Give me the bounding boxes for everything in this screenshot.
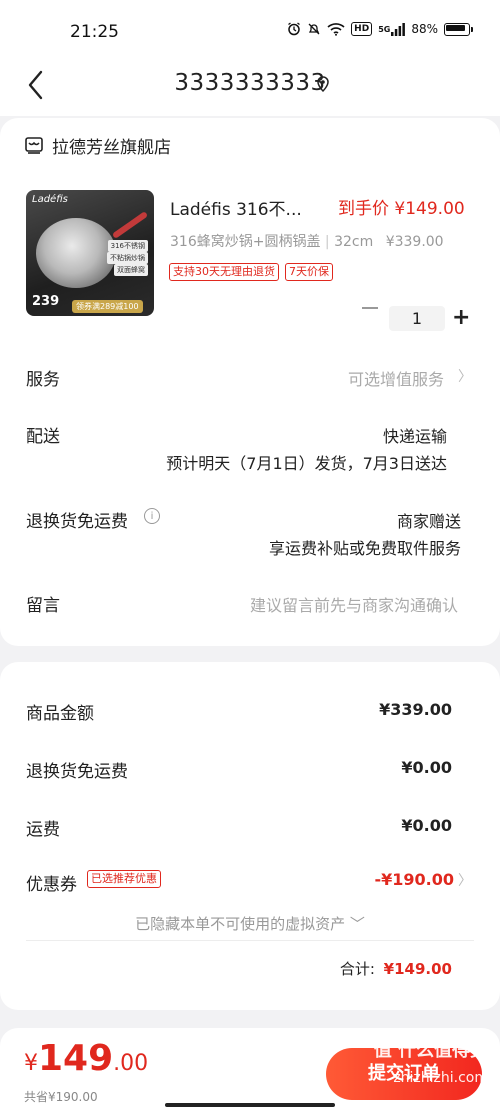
total-label: 合计: <box>339 960 375 978</box>
product-name[interactable]: Ladéfis 316不... <box>170 195 320 220</box>
network-label: 5G <box>378 24 391 34</box>
coupon-recommend-tag: 已选推荐优惠 <box>87 870 161 888</box>
wifi-icon <box>327 22 345 36</box>
pan-handle <box>111 211 149 239</box>
watermark: 值 什么值得买 zhizhizhi.com <box>348 1030 498 1111</box>
hidden-assets-text: 已隐藏本单不可使用的虚拟资产 <box>135 915 346 933</box>
thumb-badge: 双面蜂窝 <box>114 264 148 276</box>
status-bar: 21:25 HD 5G 88% <box>0 0 500 62</box>
status-time: 21:25 <box>70 22 119 42</box>
coupon-value[interactable]: -¥190.00 <box>374 870 454 889</box>
chevron-right-icon[interactable]: 〉 <box>458 366 472 386</box>
amount-decimal: .00 <box>113 1051 149 1076</box>
goods-amount-value: ¥339.00 <box>379 700 452 719</box>
coupon-label: 优惠券 <box>26 875 77 895</box>
quantity-plus-button[interactable]: + <box>452 307 470 329</box>
price-summary-card: 商品金额 ¥339.00 退换货免运费 ¥0.00 运费 ¥0.00 优惠券 已… <box>0 662 500 1010</box>
thumb-price: 239 <box>32 294 60 309</box>
home-indicator[interactable] <box>165 1103 335 1107</box>
service-value[interactable]: 可选增值服务 <box>348 366 444 390</box>
thumb-badge: 不粘锅炒锅 <box>107 252 148 264</box>
alarm-icon <box>287 22 301 36</box>
return-shipping-detail: 享运费补贴或免费取件服务 <box>268 539 461 558</box>
saved-amount: 共省¥190.00 <box>24 1090 98 1104</box>
product-spec[interactable]: 316蜂窝炒锅+圆柄锅盖 | 32cm ¥339.00 <box>170 231 444 251</box>
return-policy-tag: 支持30天无理由退货 <box>169 263 279 281</box>
pan-image <box>36 218 116 288</box>
service-label: 服务 <box>26 370 60 390</box>
mute-bell-icon <box>307 22 321 36</box>
battery-icon <box>444 22 473 36</box>
hidden-assets-toggle[interactable]: 已隐藏本单不可使用的虚拟资产 ﹀ <box>0 913 500 934</box>
nav-bar: 3333333333 <box>0 62 500 116</box>
spec-size: 32cm <box>334 234 374 250</box>
price-protect-tag: 7天价保 <box>285 263 333 281</box>
signal-icon: 5G <box>378 22 406 36</box>
quantity-minus-button[interactable] <box>362 307 378 309</box>
store-name[interactable]: 拉德芳丝旗舰店 <box>52 133 171 158</box>
note-input[interactable]: 建议留言前先与商家沟通确认 <box>250 592 458 616</box>
watermark-url: zhizhizhi.com <box>393 1070 488 1086</box>
spec-divider: | <box>324 234 330 250</box>
return-fee-value: ¥0.00 <box>401 758 452 777</box>
product-thumbnail[interactable]: Ladéfis 316不锈钢 不粘锅炒锅 双面蜂窝 239 领券满289减100 <box>26 190 154 316</box>
watermark-logo: 值 什么值得买 <box>373 1040 488 1061</box>
total-value: ¥149.00 <box>383 960 452 978</box>
total-row: 合计: ¥149.00 <box>340 958 452 979</box>
return-shipping-label: 退换货免运费 <box>26 512 128 532</box>
currency-symbol: ¥ <box>24 1051 38 1076</box>
shipping-value: ¥0.00 <box>401 816 452 835</box>
quantity-input[interactable]: 1 <box>389 306 445 331</box>
battery-percent: 88% <box>411 22 438 36</box>
order-item-card: 拉德芳丝旗舰店 Ladéfis 316不锈钢 不粘锅炒锅 双面蜂窝 239 领券… <box>0 118 500 646</box>
delivery-method[interactable]: 快递运输 <box>383 423 447 447</box>
note-label: 留言 <box>26 596 60 616</box>
thumb-coupon: 领券满289减100 <box>72 300 143 313</box>
goods-amount-label: 商品金额 <box>26 704 94 724</box>
location-pin-icon[interactable] <box>314 75 332 97</box>
thumb-brand: Ladéfis <box>32 194 68 205</box>
product-tags: 支持30天无理由退货 7天价保 <box>169 263 333 281</box>
page-title: 3333333333 <box>174 70 326 96</box>
hd-icon: HD <box>351 22 373 36</box>
return-shipping-value: 商家赠送 <box>396 512 461 531</box>
shipping-label: 运费 <box>26 820 60 840</box>
return-fee-label: 退换货免运费 <box>26 762 128 782</box>
spec-name: 316蜂窝炒锅+圆柄锅盖 <box>170 234 321 250</box>
payable-amount: ¥149.00 <box>24 1038 148 1079</box>
delivery-estimate: 预计明天（7月1日）发货，7月3日送达 <box>166 454 447 473</box>
product-final-price: 到手价 ¥149.00 <box>338 199 465 219</box>
delivery-label: 配送 <box>26 427 60 447</box>
store-icon <box>24 135 44 155</box>
chevron-down-icon: ﹀ <box>349 915 365 933</box>
original-price: ¥339.00 <box>385 234 444 250</box>
chevron-right-icon[interactable]: 〉 <box>458 870 472 890</box>
info-icon[interactable]: i <box>144 508 160 524</box>
divider <box>26 940 474 941</box>
amount-integer: 149 <box>38 1038 114 1079</box>
thumb-badge: 316不锈钢 <box>107 240 148 252</box>
status-icons: HD 5G 88% <box>287 22 473 36</box>
